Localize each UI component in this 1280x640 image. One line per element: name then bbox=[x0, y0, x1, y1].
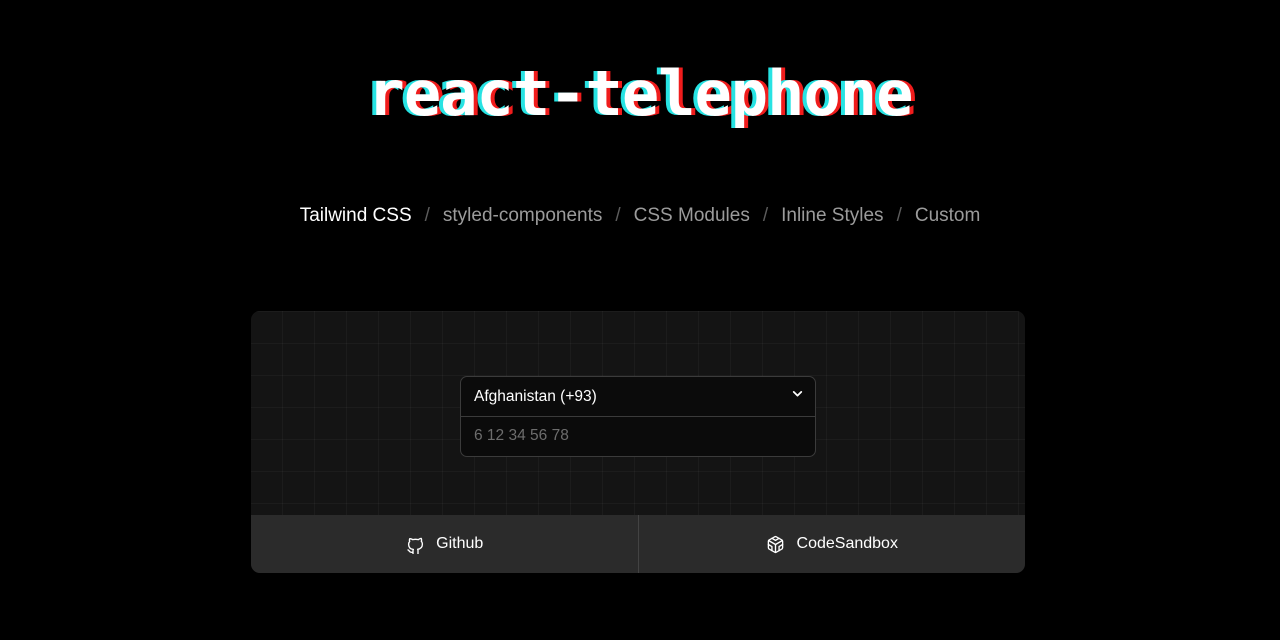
github-link-label: Github bbox=[436, 535, 484, 552]
codesandbox-link[interactable]: CodeSandbox bbox=[637, 515, 1026, 573]
page-title: react-telephone bbox=[0, 46, 1280, 142]
page-root: react-telephone Tailwind CSS / styled-co… bbox=[0, 0, 1280, 640]
nav-item-css-modules[interactable]: CSS Modules bbox=[634, 200, 750, 232]
country-select-row[interactable]: Afghanistan (+93) bbox=[461, 376, 815, 417]
nav-item-styled-components[interactable]: styled-components bbox=[443, 200, 602, 232]
style-variant-nav: Tailwind CSS / styled-components / CSS M… bbox=[0, 200, 1280, 232]
codesandbox-link-label: CodeSandbox bbox=[796, 535, 898, 552]
country-select[interactable]: Afghanistan (+93) bbox=[461, 376, 815, 416]
phone-number-input[interactable] bbox=[461, 416, 815, 456]
nav-item-tailwind-css[interactable]: Tailwind CSS bbox=[300, 200, 412, 232]
nav-separator: / bbox=[615, 205, 621, 226]
nav-separator: / bbox=[424, 205, 430, 226]
github-icon bbox=[405, 534, 425, 554]
phone-input-group: Afghanistan (+93) bbox=[460, 375, 816, 457]
demo-card: Afghanistan (+93) G bbox=[251, 311, 1025, 573]
codesandbox-icon bbox=[766, 534, 786, 554]
github-link[interactable]: Github bbox=[251, 515, 638, 573]
page-title-text: react-telephone bbox=[367, 57, 914, 130]
demo-card-body: Afghanistan (+93) bbox=[251, 311, 1025, 515]
demo-card-footer: Github CodeSandbox bbox=[251, 515, 1025, 573]
nav-separator: / bbox=[896, 205, 902, 226]
nav-item-custom[interactable]: Custom bbox=[915, 200, 980, 232]
nav-separator: / bbox=[762, 205, 769, 226]
nav-item-inline-styles[interactable]: Inline Styles bbox=[781, 200, 883, 232]
